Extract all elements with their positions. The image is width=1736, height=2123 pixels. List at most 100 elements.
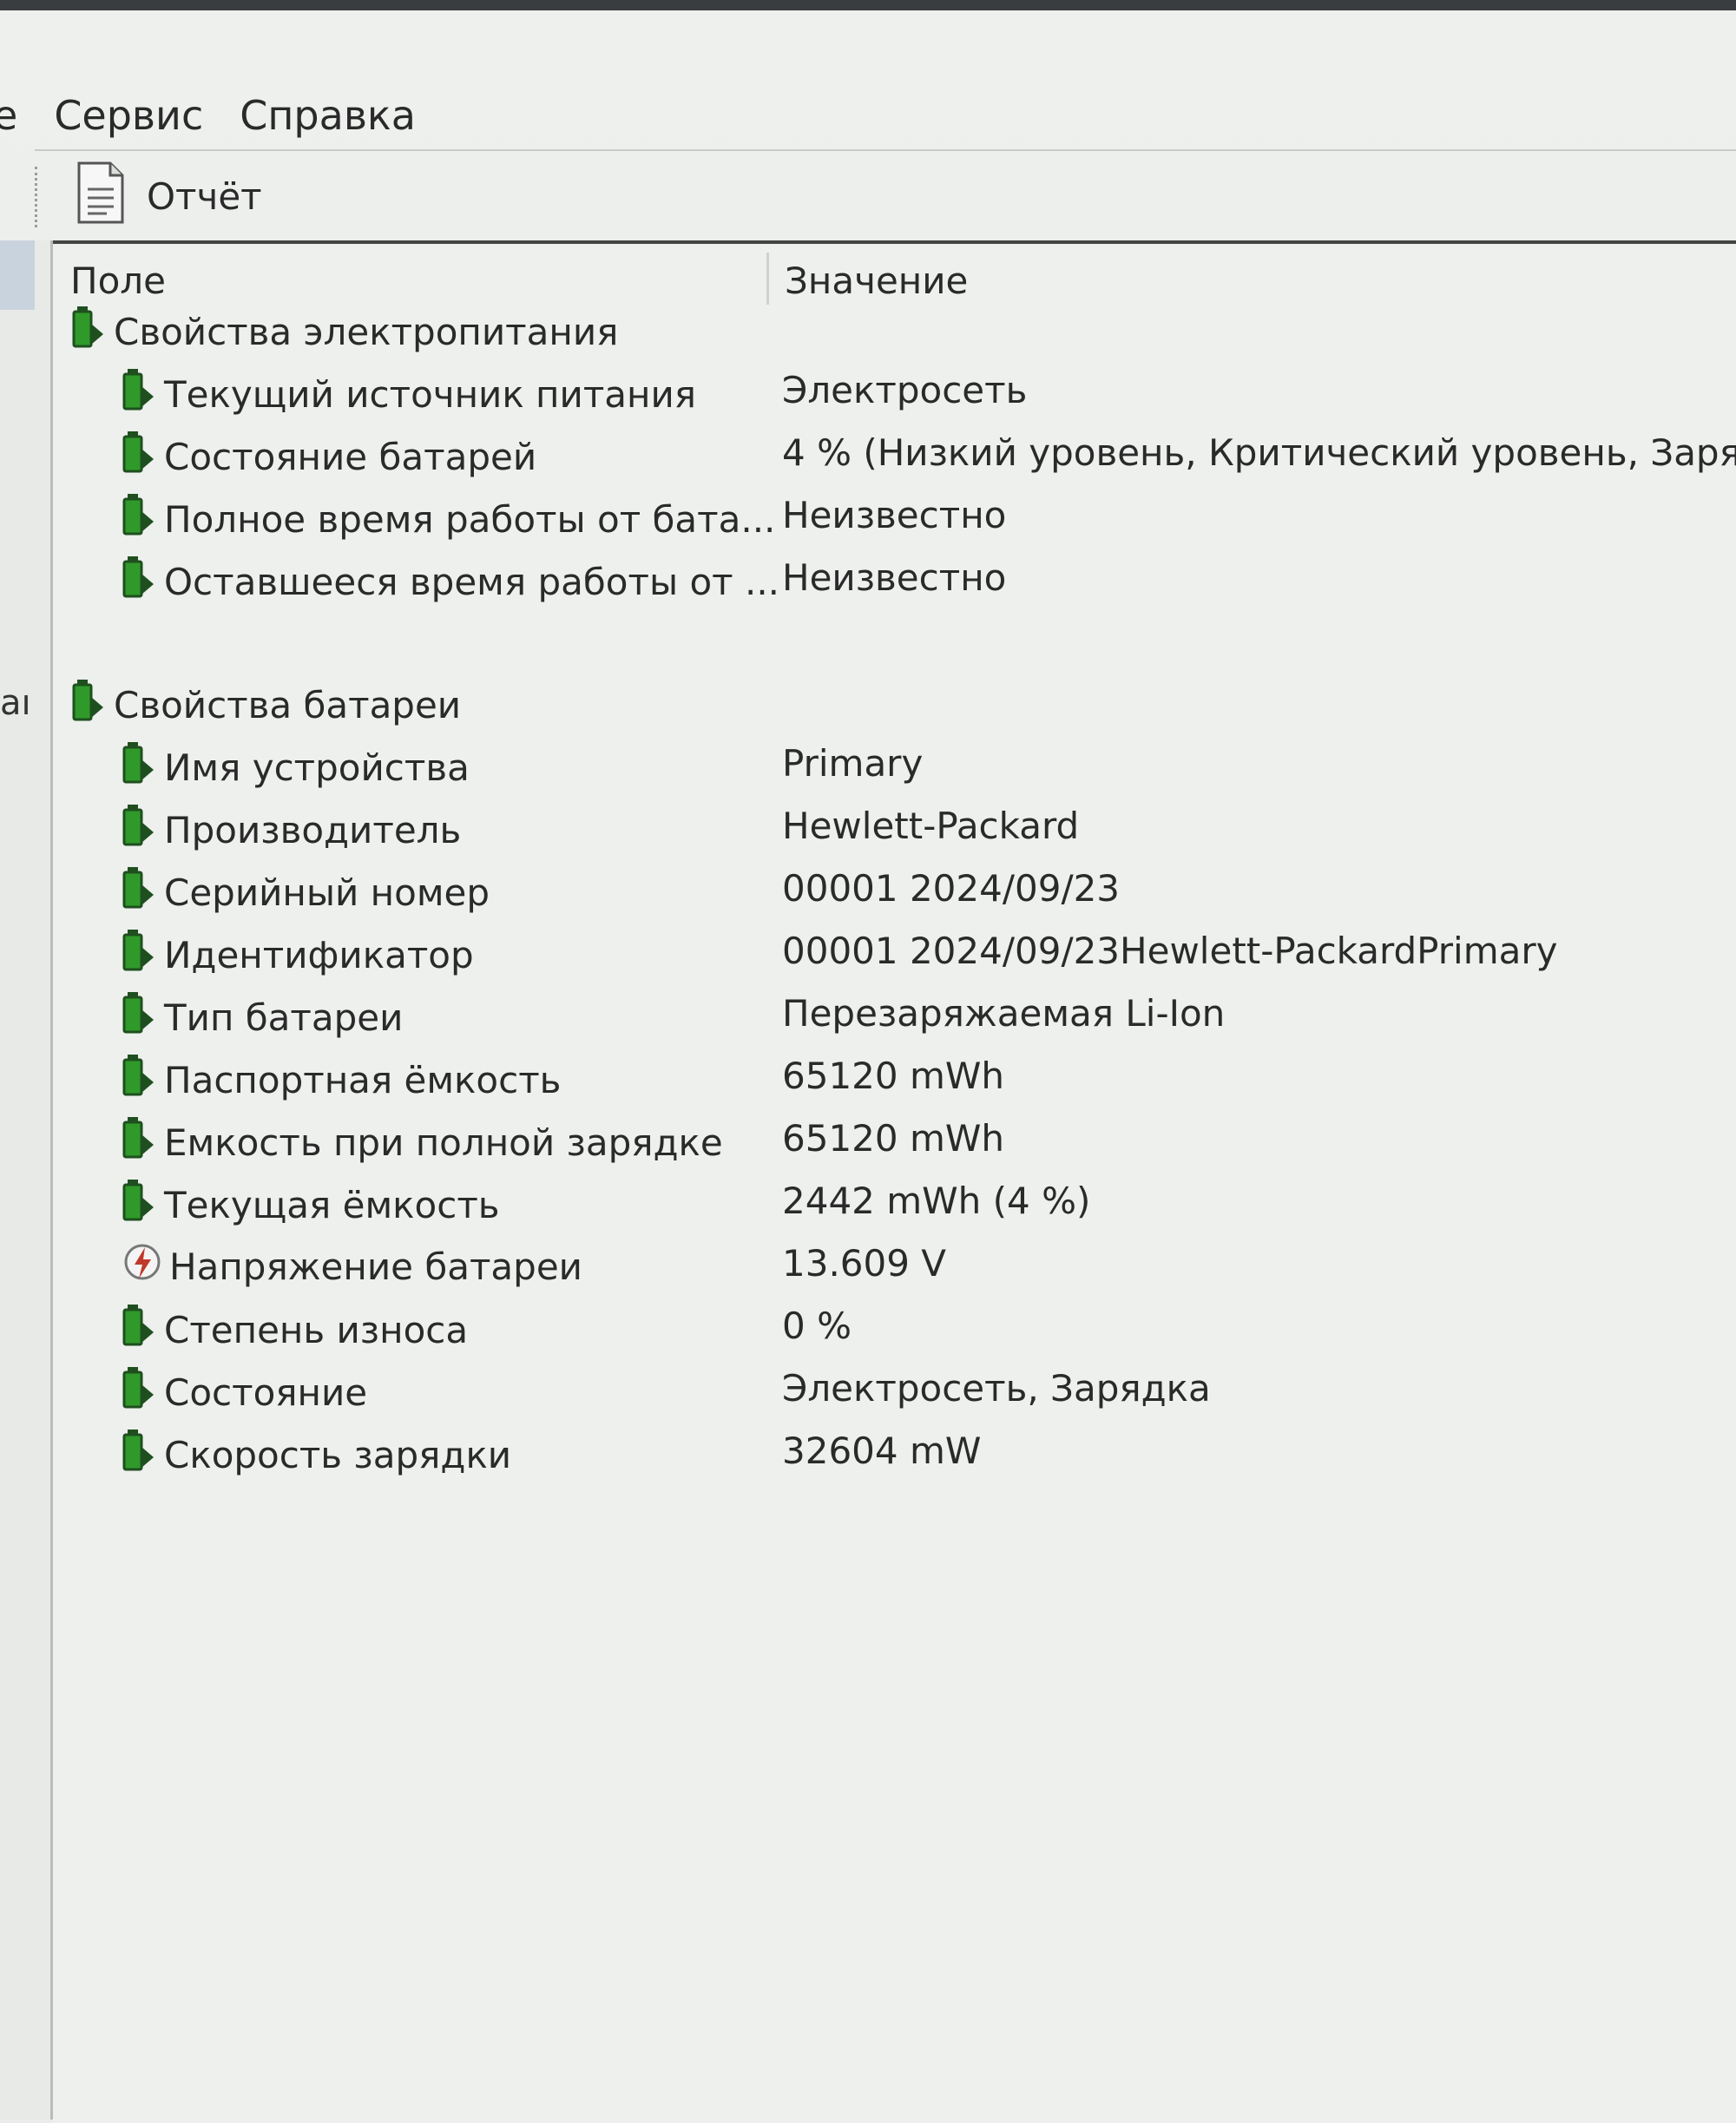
property-field-text: Идентификатор: [164, 933, 474, 976]
screen: е Сервис Справка Отчёт aı Поле Значение …: [0, 0, 1736, 2123]
toolbar: Отчёт: [35, 149, 1736, 242]
properties-list[interactable]: Поле Значение Свойства электропитания Тек…: [53, 240, 1736, 2123]
voltage-icon: [122, 1240, 169, 1292]
battery-icon: [122, 492, 164, 546]
battery-icon: [122, 1115, 164, 1169]
battery-icon: [122, 1178, 164, 1232]
battery-icon: [122, 555, 164, 608]
battery-icon: [122, 430, 164, 483]
property-value: Неизвестно: [782, 556, 1007, 599]
property-row[interactable]: Оставшееся время работы от ... Неизвестно: [53, 546, 1736, 607]
battery-icon: [122, 740, 164, 794]
property-row[interactable]: Степень износа 0 %: [53, 1294, 1736, 1355]
tree-item-fragment: aı: [0, 683, 31, 723]
battery-icon: [122, 367, 164, 421]
property-value: Hewlett-Packard: [782, 805, 1080, 847]
property-field: Паспортная ёмкость: [122, 1053, 561, 1107]
property-row[interactable]: Паспортная ёмкость 65120 mWh: [53, 1044, 1736, 1105]
property-field-text: Степень износа: [164, 1308, 469, 1351]
property-row[interactable]: Имя устройства Primary: [53, 732, 1736, 792]
battery-icon: [122, 990, 164, 1044]
report-button-label: Отчёт: [147, 175, 262, 218]
property-row[interactable]: Напряжение батареи 13.609 V: [53, 1232, 1736, 1292]
battery-icon: [122, 928, 164, 982]
property-field-text: Оставшееся время работы от ...: [164, 560, 780, 603]
property-field: Степень износа: [122, 1303, 468, 1357]
property-row[interactable]: Производитель Hewlett-Packard: [53, 794, 1736, 855]
property-field-text: Тип батареи: [164, 996, 404, 1039]
property-row[interactable]: Идентификатор 00001 2024/09/23Hewlett-Pac…: [53, 919, 1736, 980]
menu-item-help[interactable]: Справка: [240, 92, 416, 139]
property-value: 2442 mWh (4 %): [782, 1180, 1091, 1222]
property-row[interactable]: Емкость при полной зарядке 65120 mWh: [53, 1107, 1736, 1167]
property-field: Производитель: [122, 803, 461, 857]
property-row[interactable]: Состояние Электросеть, Зарядка: [53, 1357, 1736, 1417]
menu-bar: е Сервис Справка: [0, 82, 1736, 148]
property-field-text: Скорость зарядки: [164, 1433, 512, 1476]
property-row[interactable]: Серийный номер 00001 2024/09/23: [53, 857, 1736, 917]
battery-icon: [122, 1053, 164, 1107]
property-field: Оставшееся время работы от ...: [122, 555, 779, 608]
battery-icon: [122, 865, 164, 919]
property-value: 32604 mW: [782, 1430, 982, 1472]
property-field-text: Состояние батарей: [164, 435, 537, 478]
property-field: Состояние батарей: [122, 430, 536, 483]
property-field: Имя устройства: [122, 740, 470, 794]
property-field-text: Полное время работы от бата...: [164, 497, 776, 541]
property-row[interactable]: Тип батареи Перезаряжаемая Li-Ion: [53, 982, 1736, 1042]
property-row[interactable]: Полное время работы от бата... Неизвестно: [53, 483, 1736, 544]
tree-selection: [0, 240, 35, 310]
group-row[interactable]: Свойства электропитания: [53, 296, 1736, 357]
property-row[interactable]: Текущий источник питания Электросеть: [53, 358, 1736, 419]
property-field-text: Производитель: [164, 808, 462, 851]
property-value: 00001 2024/09/23Hewlett-PackardPrimary: [782, 930, 1558, 972]
property-value: 00001 2024/09/23: [782, 867, 1121, 910]
property-field-text: Напряжение батареи: [169, 1245, 582, 1288]
property-field-text: Паспортная ёмкость: [164, 1058, 562, 1101]
property-value: Неизвестно: [782, 494, 1007, 536]
group-label-text: Свойства электропитания: [114, 310, 619, 353]
property-field: Серийный номер: [122, 865, 490, 919]
property-value: Электросеть, Зарядка: [782, 1367, 1211, 1410]
property-field-text: Имя устройства: [164, 746, 470, 789]
menu-item-view[interactable]: е: [0, 92, 17, 139]
group-row[interactable]: Свойства батареи: [53, 669, 1736, 730]
property-value: Primary: [782, 742, 924, 785]
property-field-text: Текущий источник питания: [164, 372, 697, 416]
property-value: 4 % (Низкий уровень, Критический уровень…: [782, 431, 1736, 474]
property-value: 65120 mWh: [782, 1117, 1005, 1160]
menu-item-service[interactable]: Сервис: [54, 92, 203, 139]
property-field: Емкость при полной зарядке: [122, 1115, 723, 1169]
property-field-text: Текущая ёмкость: [164, 1183, 500, 1226]
property-value: Перезаряжаемая Li-Ion: [782, 992, 1226, 1035]
property-value: 65120 mWh: [782, 1055, 1005, 1097]
property-field: Текущая ёмкость: [122, 1178, 500, 1232]
property-field: Тип батареи: [122, 990, 403, 1044]
report-button[interactable]: Отчёт: [76, 161, 262, 233]
property-field: Текущий источник питания: [122, 367, 696, 421]
document-icon: [76, 161, 147, 233]
battery-icon: [122, 1365, 164, 1419]
property-row[interactable]: Состояние батарей 4 % (Низкий уровень, Кр…: [53, 421, 1736, 482]
property-row[interactable]: Скорость зарядки 32604 mW: [53, 1419, 1736, 1480]
property-field: Полное время работы от бата...: [122, 492, 775, 546]
battery-icon: [122, 803, 164, 857]
battery-icon: [72, 305, 114, 358]
property-field-text: Емкость при полной зарядке: [164, 1121, 723, 1164]
property-field: Напряжение батареи: [122, 1240, 582, 1292]
window-top-edge: [0, 0, 1736, 10]
property-value: 0 %: [782, 1305, 852, 1347]
group-label-text: Свойства батареи: [114, 683, 462, 726]
property-row[interactable]: Текущая ёмкость 2442 mWh (4 %): [53, 1169, 1736, 1230]
property-field: Скорость зарядки: [122, 1428, 511, 1482]
property-field: Идентификатор: [122, 928, 474, 982]
property-value: Электросеть: [782, 369, 1028, 411]
battery-icon: [122, 1428, 164, 1482]
group-label: Свойства электропитания: [72, 305, 618, 358]
battery-icon: [72, 678, 114, 732]
toolbar-grip[interactable]: [35, 166, 43, 227]
battery-icon: [122, 1303, 164, 1357]
left-tree-pane[interactable]: aı: [0, 240, 53, 2120]
property-field: Состояние: [122, 1365, 367, 1419]
property-field-text: Состояние: [164, 1370, 368, 1414]
